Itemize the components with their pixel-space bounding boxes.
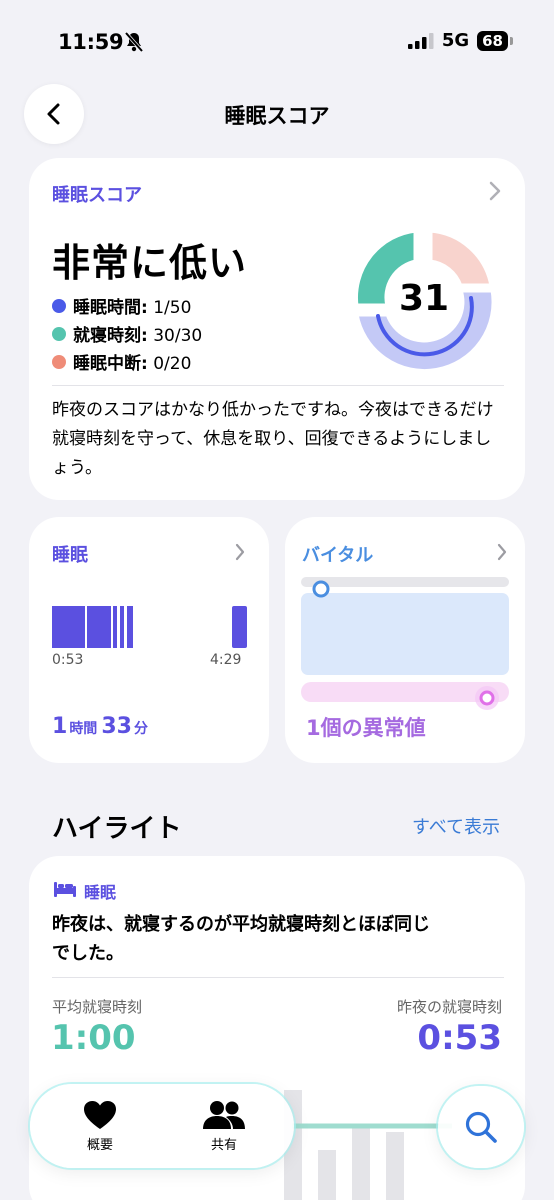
score-rating: 非常に低い bbox=[52, 241, 248, 285]
tab-label: 概要 bbox=[86, 1137, 113, 1153]
avg-bedtime-value: 1:00 bbox=[51, 1018, 136, 1058]
bedtime-bar bbox=[318, 1150, 336, 1200]
chevron-right-icon bbox=[234, 542, 246, 566]
score-ring-chart: 31 bbox=[352, 227, 497, 375]
legend-name: 睡眠時間: bbox=[73, 298, 148, 318]
page-title: 睡眠スコア bbox=[224, 104, 330, 128]
highlight-headline: 昨夜は、就寝するのが平均就寝時刻とほぼ同じでした。 bbox=[52, 914, 430, 964]
sleep-start-time: 0:53 bbox=[52, 652, 84, 668]
show-all-link[interactable]: すべて表示 bbox=[412, 813, 500, 839]
legend-name: 睡眠中断: bbox=[73, 354, 148, 374]
vitals-normal-range bbox=[301, 593, 509, 675]
legend-value: 0/20 bbox=[147, 354, 192, 374]
sleep-segment bbox=[113, 606, 117, 648]
highlight-category: 睡眠 bbox=[84, 883, 117, 902]
sleep-segment bbox=[52, 606, 85, 648]
sleep-segment bbox=[232, 606, 247, 648]
highlight-divider bbox=[52, 977, 504, 978]
status-right: 5G 68 bbox=[407, 30, 513, 51]
heart-icon bbox=[84, 1100, 116, 1129]
mute-icon bbox=[124, 31, 144, 57]
legend-dot bbox=[52, 298, 66, 313]
vitals-top-band bbox=[301, 577, 509, 587]
sleep-duration: 1 時間 33 分 bbox=[52, 714, 148, 739]
sleep-hours: 1 bbox=[52, 714, 68, 739]
search-button[interactable] bbox=[438, 1086, 524, 1168]
chevron-right-icon bbox=[496, 542, 508, 566]
legend-sleep-duration: 睡眠時間: 1/50 bbox=[52, 293, 191, 318]
legend-bedtime: 就寝時刻: 30/30 bbox=[52, 321, 202, 346]
last-bedtime-value: 0:53 bbox=[417, 1018, 502, 1058]
avg-bedtime-label: 平均就寝時刻 bbox=[52, 998, 143, 1016]
bedtime-bar bbox=[386, 1132, 404, 1200]
legend-dot bbox=[52, 326, 66, 341]
tab-label: 共有 bbox=[210, 1137, 237, 1153]
vitals-chart bbox=[301, 577, 509, 710]
sleep-timeline bbox=[52, 606, 247, 648]
highlights-title: ハイライト bbox=[52, 814, 182, 844]
sleep-minutes-unit: 分 bbox=[133, 721, 148, 737]
search-icon bbox=[465, 1111, 497, 1143]
vitals-card-title: バイタル bbox=[302, 545, 374, 566]
vitals-marker-normal bbox=[312, 580, 330, 598]
score-divider bbox=[52, 385, 504, 386]
vitals-summary: 1個の異常値 bbox=[306, 716, 426, 740]
network-label: 5G bbox=[441, 30, 470, 51]
sleep-end-time: 4:29 bbox=[210, 652, 242, 668]
bedtime-bar bbox=[352, 1124, 370, 1200]
legend-name: 就寝時刻: bbox=[73, 326, 148, 346]
last-bedtime-label: 昨夜の就寝時刻 bbox=[396, 998, 502, 1016]
score-card-label: 睡眠スコア bbox=[52, 185, 142, 206]
score-description: 昨夜のスコアはかなり低かったですね。今夜はできるだけ就寝時刻を守って、休息を取り… bbox=[52, 400, 494, 478]
status-time: 11:59 bbox=[58, 30, 124, 54]
sleep-segment bbox=[87, 606, 111, 648]
score-value: 31 bbox=[399, 278, 449, 319]
battery-icon: 68 bbox=[477, 30, 513, 51]
people-icon bbox=[203, 1100, 245, 1129]
tab-bar: 概要 共有 bbox=[30, 1084, 294, 1168]
legend-interruptions: 睡眠中断: 0/20 bbox=[52, 349, 191, 374]
bed-icon bbox=[53, 880, 77, 902]
vitals-marker-abnormal bbox=[479, 690, 495, 706]
sleep-card-title: 睡眠 bbox=[52, 545, 88, 566]
sleep-segment bbox=[127, 606, 133, 648]
legend-value: 30/30 bbox=[147, 326, 203, 346]
sleep-segment bbox=[120, 606, 124, 648]
chevron-right-icon bbox=[488, 180, 502, 208]
signal-icon bbox=[407, 32, 434, 49]
sleep-hours-unit: 時間 bbox=[69, 721, 98, 737]
tab-overview[interactable]: 概要 bbox=[60, 1084, 140, 1168]
legend-value: 1/50 bbox=[147, 298, 192, 318]
tab-sharing[interactable]: 共有 bbox=[184, 1084, 264, 1168]
sleep-minutes: 33 bbox=[101, 714, 132, 739]
legend-dot bbox=[52, 354, 66, 369]
